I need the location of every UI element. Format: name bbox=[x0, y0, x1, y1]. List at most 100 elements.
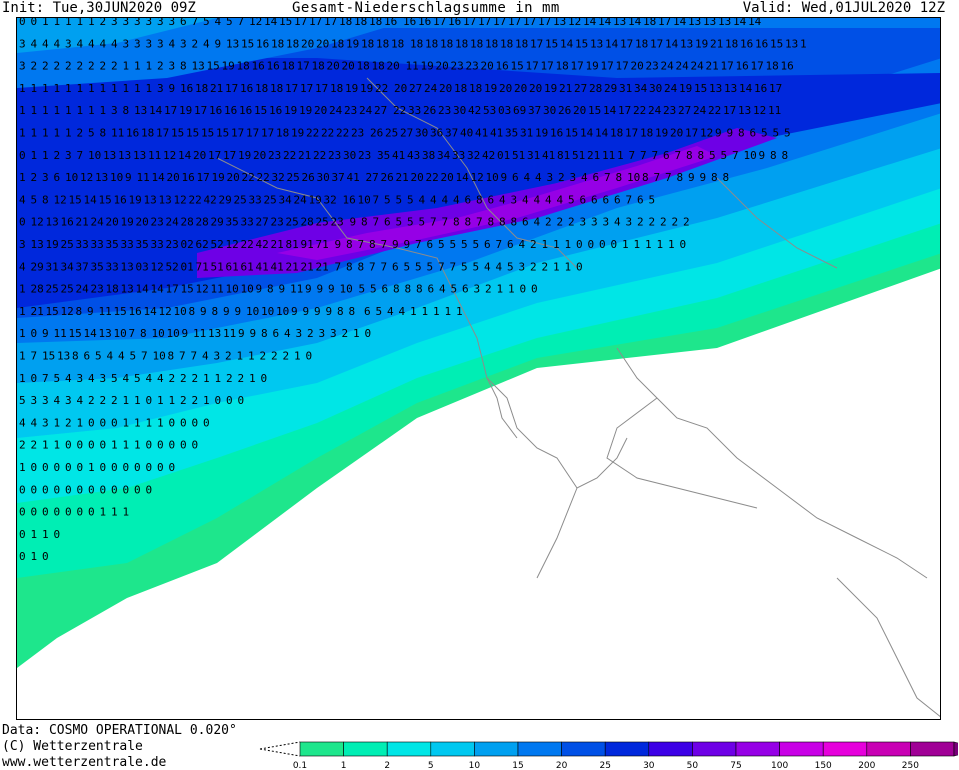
precip-value: 22 bbox=[321, 127, 334, 140]
precip-value: 20 bbox=[136, 216, 149, 229]
precip-value: 19 bbox=[360, 82, 373, 95]
precip-value: 8 bbox=[358, 260, 365, 273]
precip-value: 9 bbox=[200, 305, 207, 318]
precip-value: 1 bbox=[42, 104, 49, 117]
precip-value: 1 bbox=[65, 18, 72, 28]
precip-value: 27 bbox=[256, 216, 269, 229]
precip-value: 13 bbox=[785, 37, 798, 50]
precip-value: 43 bbox=[407, 149, 420, 162]
precip-value: 17 bbox=[723, 104, 736, 117]
precip-value: 17 bbox=[194, 104, 207, 117]
precip-value: 8 bbox=[212, 305, 219, 318]
precip-value: 0 bbox=[54, 528, 61, 541]
legend-swatch bbox=[561, 741, 606, 757]
precip-value: 14 bbox=[178, 149, 192, 162]
precip-value: 7 bbox=[381, 260, 388, 273]
precip-value: 1 bbox=[237, 350, 244, 363]
precip-value: 6 bbox=[603, 193, 610, 206]
precip-value: 18 bbox=[255, 82, 268, 95]
precip-value: 22 bbox=[242, 171, 255, 184]
precip-value: 3 bbox=[65, 149, 72, 162]
precip-value: 1 bbox=[542, 238, 549, 251]
precip-value: 3 bbox=[146, 37, 153, 50]
precip-value: 10 bbox=[744, 149, 757, 162]
precip-value: 10 bbox=[261, 305, 274, 318]
precip-value: 10 bbox=[486, 171, 499, 184]
precip-value: 32 bbox=[467, 149, 480, 162]
website-link[interactable]: www.wetterzentrale.de bbox=[2, 755, 166, 770]
precip-value: 6 bbox=[614, 193, 621, 206]
precip-value: 31 bbox=[527, 149, 540, 162]
precip-value: 9 bbox=[350, 216, 357, 229]
precip-value: 18 bbox=[643, 18, 656, 28]
precip-value: 18 bbox=[106, 283, 119, 296]
precip-value: 8 bbox=[488, 216, 495, 229]
precip-value: 1 bbox=[65, 104, 72, 117]
precip-value: 9 bbox=[215, 37, 222, 50]
precip-value: 15 bbox=[279, 18, 292, 28]
precip-value: 1 bbox=[353, 327, 360, 340]
precip-value: 2 bbox=[180, 394, 187, 407]
precip-value: 9 bbox=[303, 305, 310, 318]
precip-value: 16 bbox=[754, 82, 767, 95]
precip-value: 3 bbox=[547, 171, 554, 184]
precip-value: 17 bbox=[197, 171, 210, 184]
precip-value: 9 bbox=[169, 82, 176, 95]
precip-value: 1 bbox=[657, 238, 664, 251]
precip-value: 2 bbox=[100, 18, 107, 28]
precip-value: 35 bbox=[136, 238, 149, 251]
precip-value: 4 bbox=[42, 37, 49, 50]
precip-value: 3 bbox=[123, 18, 130, 28]
precip-value: 0 bbox=[192, 439, 199, 452]
precip-value: 11 bbox=[137, 171, 150, 184]
precip-value: 0 bbox=[157, 439, 164, 452]
precip-value: 52 bbox=[211, 238, 224, 251]
precip-value: 37 bbox=[332, 171, 345, 184]
precip-value: 23 bbox=[466, 60, 479, 73]
precip-value: 0 bbox=[31, 483, 38, 496]
precip-value: 17 bbox=[685, 127, 698, 140]
precip-value: 13 bbox=[95, 171, 108, 184]
precip-value: 32 bbox=[324, 193, 337, 206]
precip-value: 4 bbox=[77, 394, 84, 407]
precip-value: 10 bbox=[65, 171, 78, 184]
precip-value: 0 bbox=[238, 394, 245, 407]
precip-value: 18 bbox=[361, 37, 374, 50]
precip-value: 5 bbox=[721, 149, 728, 162]
precip-value: 1 bbox=[19, 104, 26, 117]
precip-value: 8 bbox=[738, 127, 745, 140]
precip-value: 19 bbox=[299, 104, 312, 117]
precip-value: 24 bbox=[664, 82, 678, 95]
precip-value: 4 bbox=[557, 193, 564, 206]
precip-value: 29 bbox=[211, 216, 224, 229]
precip-value: 17 bbox=[225, 82, 238, 95]
precip-value: 15 bbox=[201, 127, 214, 140]
precip-value: 13 bbox=[31, 238, 44, 251]
precip-value: 0 bbox=[19, 483, 26, 496]
precip-value: 7 bbox=[191, 350, 198, 363]
precipitation-map[interactable]: 0 0 1 1 1 1 1 2 3 3 3 3 3 3 6 7 5 4 5 7 12 14 15 17 17 17 18 18 18 16… bbox=[16, 17, 941, 720]
precip-value: 8 bbox=[511, 216, 518, 229]
precip-value: 8 bbox=[346, 260, 353, 273]
precip-value: 1 bbox=[42, 18, 49, 28]
precip-value: 30 bbox=[543, 104, 556, 117]
precip-value: 24 bbox=[76, 283, 90, 296]
precip-value: 21 bbox=[286, 260, 299, 273]
precip-value: 13 bbox=[57, 350, 70, 363]
precip-value: 4 bbox=[65, 372, 72, 385]
precip-value: 17 bbox=[324, 18, 337, 28]
precip-value: 5 bbox=[419, 216, 426, 229]
precip-value: 18 bbox=[331, 37, 344, 50]
precip-value: 26 bbox=[423, 104, 436, 117]
precip-value: 5 bbox=[31, 193, 38, 206]
precip-value: 5 bbox=[95, 350, 102, 363]
precip-value: 0 bbox=[169, 461, 176, 474]
precip-value: 4 bbox=[54, 394, 61, 407]
precip-value: 2 bbox=[226, 372, 233, 385]
precip-value: 4 bbox=[118, 350, 125, 363]
precip-value: 13 bbox=[134, 104, 147, 117]
precip-value: 33 bbox=[91, 238, 104, 251]
precip-value: 10 bbox=[153, 350, 166, 363]
precip-value: 14 bbox=[151, 283, 165, 296]
precip-value: 10 bbox=[88, 149, 101, 162]
